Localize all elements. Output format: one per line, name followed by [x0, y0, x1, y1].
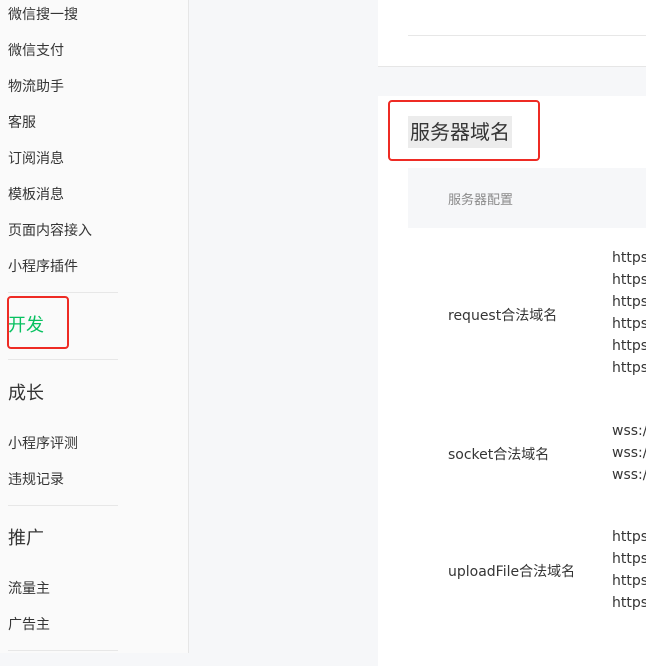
content-gutter: [189, 0, 377, 653]
sidebar-item-plugins[interactable]: 小程序插件: [8, 257, 78, 277]
table-header-label: 服务器配置: [448, 193, 514, 208]
sidebar-item-customer-service[interactable]: 客服: [8, 113, 36, 133]
domain-value: https:: [612, 573, 646, 589]
previous-section-panel: [378, 0, 646, 67]
domain-value: https:: [612, 529, 646, 545]
table-header: 服务器配置: [408, 168, 646, 228]
domain-value: wss://: [612, 445, 646, 461]
domain-value: wss://: [612, 467, 646, 483]
sidebar-divider: [8, 650, 118, 651]
domain-value: https:: [612, 595, 646, 611]
sidebar-section-growth[interactable]: 成长: [8, 382, 44, 406]
sidebar-divider: [8, 359, 118, 360]
domain-value: https:: [612, 250, 646, 266]
highlight-box-development: [7, 296, 69, 349]
sidebar-item-evaluation[interactable]: 小程序评测: [8, 434, 78, 454]
sidebar-item-subscribe-message[interactable]: 订阅消息: [8, 149, 64, 169]
panel-rule: [408, 35, 646, 36]
sidebar-item-publisher[interactable]: 流量主: [8, 579, 50, 599]
domain-value: https:: [612, 551, 646, 567]
highlight-box-server-domain: [388, 100, 540, 161]
sidebar-item-wechat-pay[interactable]: 微信支付: [8, 41, 64, 61]
domain-value: https:: [612, 316, 646, 332]
sidebar-item-logistics[interactable]: 物流助手: [8, 77, 64, 97]
sidebar-item-violations[interactable]: 违规记录: [8, 470, 64, 490]
sidebar-nav: 微信搜一搜 微信支付 物流助手 客服 订阅消息 模板消息 页面内容接入 小程序插…: [0, 0, 189, 653]
sidebar-divider: [8, 292, 118, 293]
row-label-request: request合法域名: [448, 308, 558, 324]
sidebar-divider: [8, 505, 118, 506]
domain-value: https:: [612, 360, 646, 376]
sidebar-item-advertiser[interactable]: 广告主: [8, 615, 50, 635]
domain-value: https:: [612, 294, 646, 310]
row-label-socket: socket合法域名: [448, 447, 550, 463]
domain-value: https:: [612, 338, 646, 354]
sidebar-section-promotion[interactable]: 推广: [8, 527, 44, 551]
domain-value: https:: [612, 272, 646, 288]
sidebar-item-template-message[interactable]: 模板消息: [8, 185, 64, 205]
row-label-uploadfile: uploadFile合法域名: [448, 564, 576, 580]
sidebar-item-wechat-search[interactable]: 微信搜一搜: [8, 5, 78, 25]
domain-value: wss://: [612, 423, 646, 439]
sidebar-item-page-content[interactable]: 页面内容接入: [8, 221, 92, 241]
